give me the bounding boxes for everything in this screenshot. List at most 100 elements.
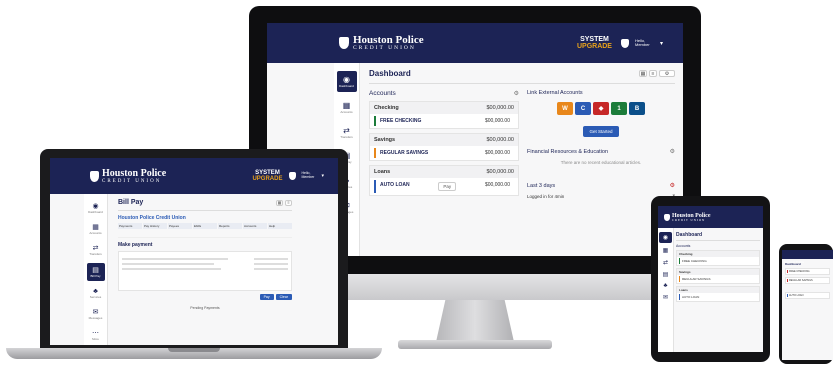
brand-logo: Houston Police CREDIT UNION [90, 167, 167, 184]
shield-icon [90, 170, 99, 182]
tab-payments[interactable]: Payments [118, 223, 142, 229]
system-upgrade-badge: SYSTEM UPGRADE [252, 170, 283, 182]
bank-logo-icon: W [557, 102, 573, 115]
list-view-icon[interactable]: ≡ [649, 70, 657, 77]
account-row-checking[interactable]: FREE CHECKING [679, 258, 757, 264]
account-row-savings[interactable]: REGULAR SAVINGS [787, 279, 828, 282]
gauge-icon: ◉ [662, 235, 669, 241]
billpay-main: Bill Pay ▦ ≡ Houston Police Credit Union… [112, 194, 298, 345]
checking-card: Checking $00,000.00 FREE CHECKING $00,000… [369, 101, 519, 129]
nav-messages[interactable]: ✉ [663, 294, 668, 301]
clear-button[interactable]: Clear [275, 294, 292, 300]
nav-accounts[interactable]: ▦ Accounts [340, 98, 352, 117]
finance-heading: Financial Resources & Education [527, 148, 609, 155]
bill-icon: ▤ [92, 267, 99, 274]
bank-logo-icon: C [575, 102, 591, 115]
tablet-main: Dashboard Accounts Checking FREE CHECKIN… [676, 230, 760, 302]
monitor-foot [398, 340, 552, 349]
pay-button[interactable]: Pay [259, 294, 274, 300]
transfer-icon: ⇄ [92, 245, 99, 252]
user-menu[interactable]: Hello, Member [301, 171, 319, 180]
nav-bill-pay[interactable]: ▤ Bill Pay [86, 263, 105, 281]
brand-logo: Houston Police CREDIT UNION [664, 213, 711, 222]
bank-icon: ▦ [662, 248, 669, 254]
finance-gear-icon[interactable]: ⚙ [670, 148, 675, 155]
app-header: Houston Police CREDIT UNION [658, 206, 763, 228]
tab-help[interactable]: Help [268, 223, 292, 229]
nav-bill-pay[interactable]: ▤ [663, 271, 669, 278]
logged-in-text: Logged in for 4min [527, 193, 565, 199]
nav-services[interactable]: ♣ [664, 283, 668, 289]
brand-sub: CREDIT UNION [672, 217, 706, 222]
account-row-savings[interactable]: REGULAR SAVINGS [679, 276, 757, 282]
more-icon: ⋯ [92, 330, 99, 337]
tab-accounts[interactable]: Accounts [243, 223, 267, 229]
accounts-heading: Accounts [676, 244, 691, 248]
nav-dashboard[interactable]: ◉ Dashboard [88, 200, 103, 216]
app-header: Houston Police CREDIT UNION SYSTEM UPGRA… [50, 158, 338, 194]
pending-payments-label: Pending Payments [190, 306, 220, 310]
loans-card: Loans AUTO LOAN [676, 286, 760, 302]
services-icon: ♣ [663, 283, 668, 289]
message-icon: ✉ [662, 295, 669, 301]
nav-accounts[interactable]: ▦ Accounts [89, 221, 101, 237]
settings-icon[interactable]: ⚙ [659, 70, 675, 77]
grid-view-icon[interactable]: ▦ [639, 70, 647, 77]
account-row-loan[interactable]: AUTO LOAN [679, 294, 757, 300]
laptop-screen: Houston Police CREDIT UNION SYSTEM UPGRA… [50, 158, 338, 345]
bill-icon: ▤ [662, 272, 669, 278]
side-nav: ◉ Dashboard ▦ Accounts ⇄ Transfers ▤ Bil… [84, 194, 108, 345]
transfer-icon: ⇄ [343, 126, 350, 135]
list-view-icon[interactable]: ≡ [285, 199, 292, 206]
finance-empty-text: There are no recent educational articles… [560, 160, 642, 165]
app-header: Houston Police CREDIT UNION SYSTEM UPGRA… [267, 23, 683, 63]
accounts-gear-icon[interactable]: ⚙ [514, 90, 519, 97]
bank-logo-icon: 1 [611, 102, 627, 115]
brand-name: Houston Police [102, 167, 167, 179]
nav-more[interactable]: ⋯ More [92, 327, 99, 343]
brand-logo: Houston Police CREDIT UNION [339, 34, 424, 52]
dashboard-main: Dashboard ▦ ≡ ⚙ Accounts ⚙ Checking $00,0… [361, 63, 683, 256]
nav-transfers[interactable]: ⇄ Transfers [89, 242, 102, 258]
last-login-heading: Last 3 days [527, 182, 556, 189]
transfer-icon: ⇄ [662, 260, 669, 266]
nav-services[interactable]: ♣ Services [90, 286, 102, 301]
tab-pay-history[interactable]: Pay History [143, 223, 167, 229]
nav-dashboard[interactable]: ◉ [659, 232, 672, 243]
grid-view-icon[interactable]: ▦ [276, 199, 283, 206]
account-row-loan[interactable]: AUTO LOAN Pay $00,000.00 [374, 180, 514, 193]
gauge-icon: ◉ [343, 75, 350, 84]
get-started-button[interactable]: Get Started [583, 126, 619, 137]
nav-transfers[interactable]: ⇄ Transfers [340, 123, 353, 142]
nav-transfers[interactable]: ⇄ [663, 259, 668, 266]
nav-accounts[interactable]: ▦ [663, 247, 669, 254]
tab-ebills[interactable]: Ebills [193, 223, 217, 229]
brand-sub: CREDIT UNION [102, 178, 162, 184]
user-shield-icon [620, 38, 629, 48]
brand-sub: CREDIT UNION [353, 44, 416, 51]
bank-logo-icon: B [629, 102, 645, 115]
last-login-gear-icon[interactable]: ⚙ [670, 182, 675, 189]
savings-card: Savings $00,000.00 REGULAR SAVINGS $00,00… [369, 133, 519, 161]
chevron-down-icon[interactable]: ▾ [321, 173, 324, 179]
tab-payees[interactable]: Payees [168, 223, 192, 229]
account-row-loan[interactable]: AUTO LOAN [787, 294, 828, 297]
billpay-heading: Houston Police Credit Union [118, 215, 186, 221]
account-row-checking[interactable]: FREE CHECKING [787, 270, 828, 273]
nav-dashboard[interactable]: ◉ Dashboard [336, 71, 357, 92]
checking-card: FREE CHECKING [785, 268, 830, 275]
make-payment-heading: Make payment [118, 242, 153, 248]
chevron-down-icon[interactable]: ▾ [660, 40, 663, 47]
phone-screen: Houston Police Dashboard FREE CHECKING R… [782, 250, 833, 360]
account-row-savings[interactable]: REGULAR SAVINGS $00,000.00 [374, 148, 514, 158]
link-accounts-heading: Link External Accounts [527, 90, 583, 96]
user-menu[interactable]: Hello, Member [635, 38, 657, 48]
nav-messages[interactable]: ✉ Messages [89, 306, 103, 322]
page-title: Bill Pay [118, 199, 144, 206]
loans-card: Loans $00,000.00 AUTO LOAN Pay $00,000.00 [369, 165, 519, 196]
pay-loan-button[interactable]: Pay [438, 182, 457, 191]
account-row-checking[interactable]: FREE CHECKING $00,000.00 [374, 116, 514, 126]
shield-icon [339, 37, 349, 49]
services-icon: ♣ [93, 288, 98, 295]
tab-reports[interactable]: Reports [218, 223, 242, 229]
